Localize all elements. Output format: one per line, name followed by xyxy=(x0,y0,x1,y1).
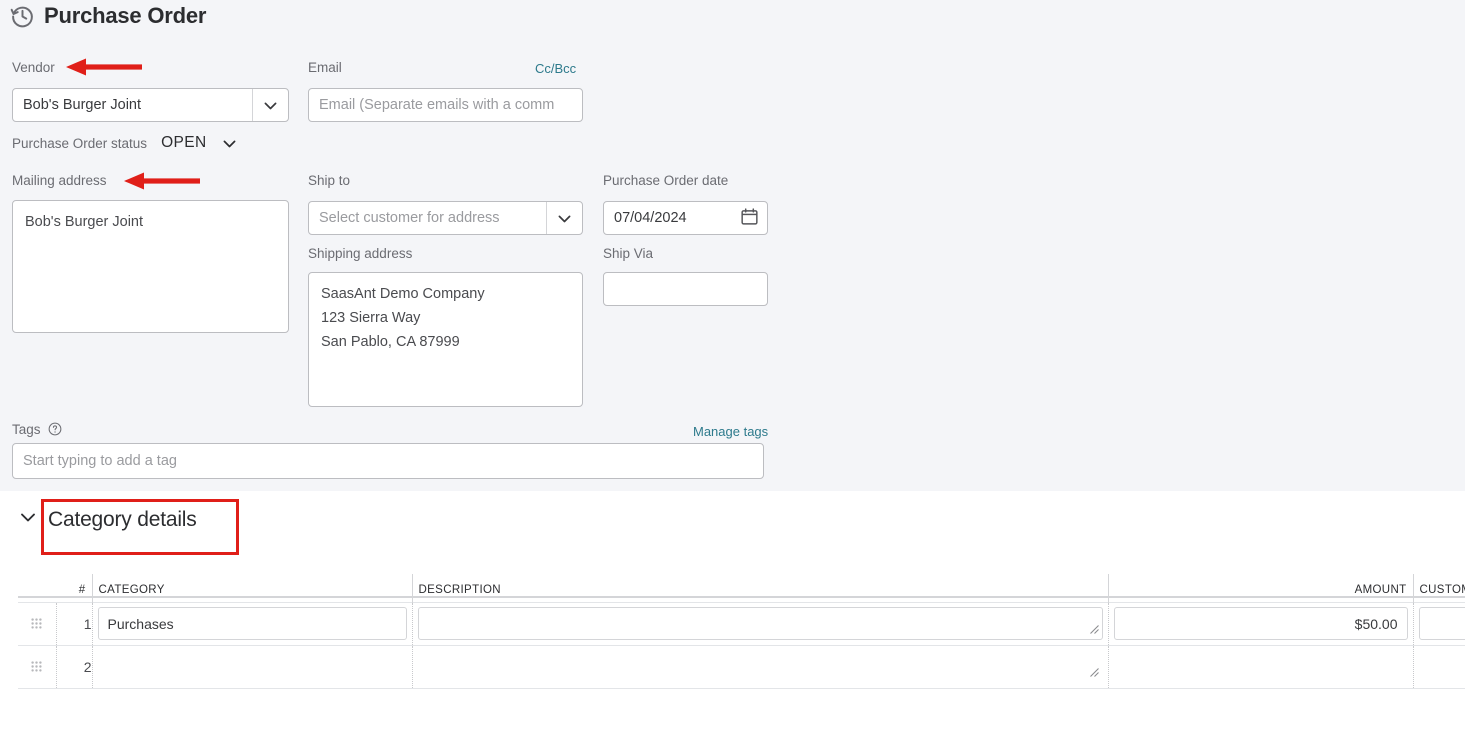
ship-to-value: Select customer for address xyxy=(319,210,500,226)
drag-handle-icon[interactable] xyxy=(18,618,56,629)
description-input[interactable] xyxy=(417,607,1103,640)
col-number: # xyxy=(56,574,93,602)
status-value: OPEN xyxy=(161,134,207,151)
chevron-down-icon[interactable] xyxy=(221,135,238,152)
tags-input[interactable]: Start typing to add a tag xyxy=(12,443,764,479)
purchase-order-date-label: Purchase Order date xyxy=(603,173,729,188)
tags-label: Tags xyxy=(12,422,41,437)
custom-input[interactable] xyxy=(1418,607,1465,640)
tags-label-group: Tags xyxy=(12,422,62,439)
table-row[interactable]: 1 Purchases $50.00 xyxy=(18,601,1465,646)
table-header-row: # CATEGORY DESCRIPTION AMOUNT CUSTOM xyxy=(18,574,1465,602)
row-category-cell[interactable] xyxy=(92,644,413,689)
purchase-order-date-value: 07/04/2024 xyxy=(614,210,687,226)
page-title: Purchase Order xyxy=(44,3,207,28)
row-category-cell[interactable]: Purchases xyxy=(92,601,413,646)
purchase-order-status-row[interactable]: Purchase Order status OPEN xyxy=(12,134,238,152)
row-number: 1 xyxy=(56,601,93,646)
vendor-arrow xyxy=(66,58,142,81)
row-drag-cell[interactable] xyxy=(18,601,57,646)
ship-to-select[interactable]: Select customer for address xyxy=(308,201,583,235)
vendor-label: Vendor xyxy=(12,60,55,75)
row-custom-cell[interactable] xyxy=(1413,644,1465,689)
category-lines-table: # CATEGORY DESCRIPTION AMOUNT CUSTOM xyxy=(18,574,1465,689)
ship-via-input[interactable] xyxy=(603,272,768,306)
row-amount-cell[interactable] xyxy=(1108,644,1414,689)
category-details-header[interactable]: Category details xyxy=(18,507,197,532)
col-drag xyxy=(18,574,56,602)
resize-grip-icon[interactable] xyxy=(1089,622,1100,640)
vendor-value: Bob's Burger Joint xyxy=(23,97,142,113)
row-number: 2 xyxy=(56,644,93,689)
calendar-icon[interactable] xyxy=(740,207,759,230)
history-clock-icon[interactable] xyxy=(10,4,35,29)
manage-tags-link[interactable]: Manage tags xyxy=(693,424,768,439)
ship-via-label: Ship Via xyxy=(603,246,654,261)
row-amount-cell[interactable]: $50.00 xyxy=(1108,601,1414,646)
mailing-address-textarea[interactable]: Bob's Burger Joint xyxy=(12,200,289,333)
purchase-order-page: Purchase Order Vendor Bob's Burger Joint… xyxy=(0,0,1465,745)
row-drag-cell[interactable] xyxy=(18,644,57,689)
shipping-address-textarea[interactable]: SaasAnt Demo Company 123 Sierra Way San … xyxy=(308,272,583,407)
email-input[interactable]: Email (Separate emails with a comm xyxy=(308,88,583,122)
category-input[interactable]: Purchases xyxy=(97,607,407,640)
purchase-order-form-panel: Purchase Order Vendor Bob's Burger Joint… xyxy=(0,0,1465,491)
row-description-cell[interactable] xyxy=(412,601,1109,646)
mailing-address-arrow xyxy=(124,172,200,195)
row-description-cell[interactable] xyxy=(412,644,1109,689)
col-category: CATEGORY xyxy=(92,574,413,602)
drag-handle-icon[interactable] xyxy=(18,661,56,672)
category-details-title: Category details xyxy=(48,507,197,531)
shipping-address-label: Shipping address xyxy=(308,246,413,261)
col-custom: CUSTOM xyxy=(1419,583,1465,596)
ship-to-label: Ship to xyxy=(308,173,351,188)
amount-input[interactable]: $50.00 xyxy=(1113,607,1408,640)
col-description: DESCRIPTION xyxy=(412,574,1109,602)
table-row[interactable]: 2 xyxy=(18,644,1465,689)
page-header: Purchase Order xyxy=(10,0,206,32)
purchase-order-date-input[interactable]: 07/04/2024 xyxy=(603,201,768,235)
col-amount: AMOUNT xyxy=(1108,574,1414,602)
status-label: Purchase Order status xyxy=(12,135,148,151)
email-label: Email xyxy=(308,60,342,75)
chevron-down-icon[interactable] xyxy=(18,507,38,532)
resize-grip-icon[interactable] xyxy=(1089,665,1100,683)
vendor-select[interactable]: Bob's Burger Joint xyxy=(12,88,289,122)
cc-bcc-link[interactable]: Cc/Bcc xyxy=(535,61,576,76)
help-circle-icon[interactable] xyxy=(48,422,62,439)
row-custom-cell[interactable] xyxy=(1413,601,1465,646)
chevron-down-icon[interactable] xyxy=(546,202,582,234)
chevron-down-icon[interactable] xyxy=(252,89,288,121)
mailing-address-label: Mailing address xyxy=(12,173,107,188)
